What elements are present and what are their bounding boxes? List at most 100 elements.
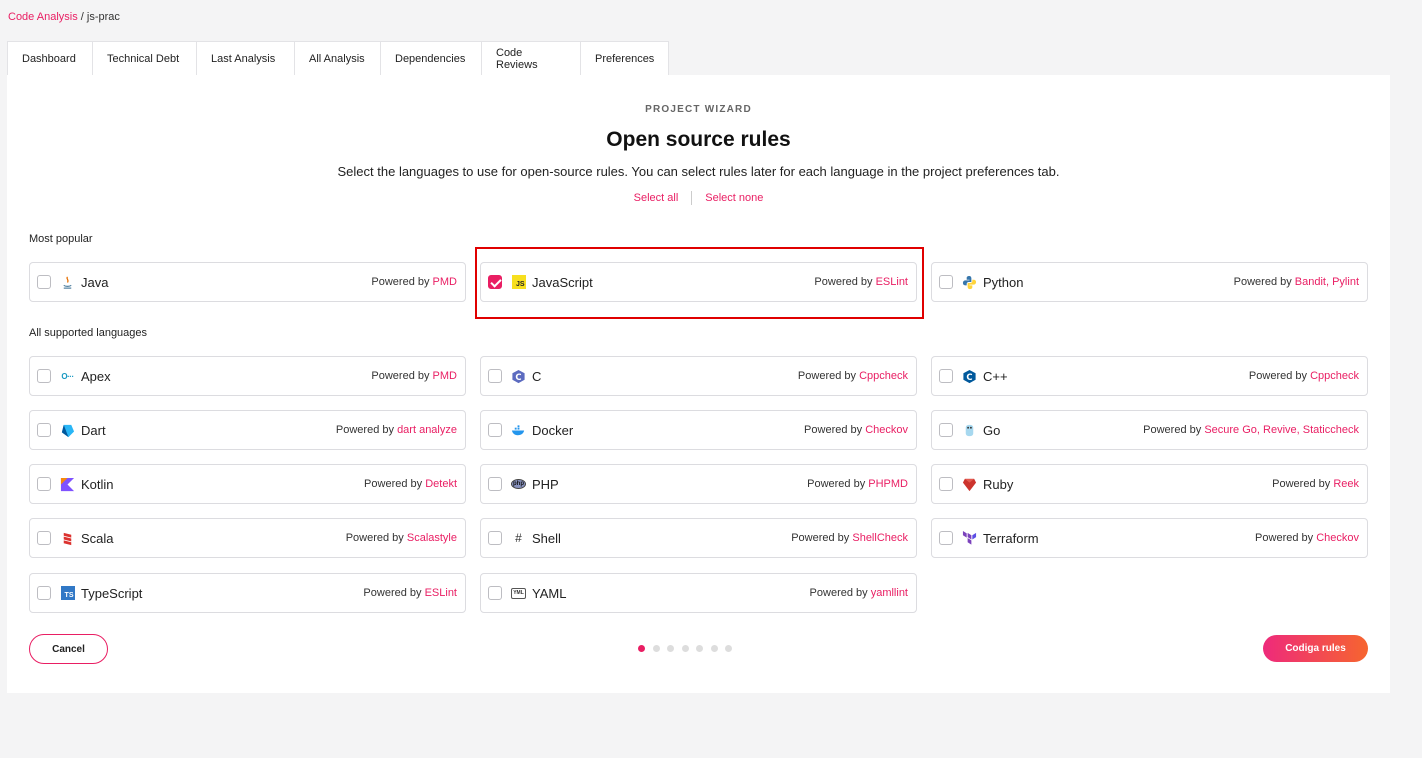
language-card-python[interactable]: Python Powered by Bandit, Pylint — [931, 262, 1368, 302]
tool-links[interactable]: PMD — [433, 370, 457, 382]
all-languages-label: All supported languages — [29, 327, 148, 339]
language-checkbox[interactable] — [37, 531, 51, 545]
tool-links[interactable]: yamllint — [871, 587, 908, 599]
language-name: Java — [81, 274, 109, 290]
language-card-yaml[interactable]: YML YAML Powered by yamllint — [480, 573, 917, 613]
language-checkbox[interactable] — [488, 477, 502, 491]
powered-by-text: Powered by Cppcheck — [1249, 370, 1359, 382]
breadcrumb: Code Analysis / js-prac — [8, 11, 120, 23]
language-card-dart[interactable]: Dart Powered by dart analyze — [29, 410, 466, 450]
tab-dashboard[interactable]: Dashboard — [7, 41, 93, 75]
step-indicator — [638, 645, 740, 652]
language-checkbox[interactable] — [37, 477, 51, 491]
language-checkbox[interactable] — [939, 423, 953, 437]
cpp-icon: C — [962, 369, 977, 384]
codiga-rules-button[interactable]: Codiga rules — [1263, 635, 1368, 662]
tool-links[interactable]: Cppcheck — [1310, 370, 1359, 382]
language-card-kotlin[interactable]: Kotlin Powered by Detekt — [29, 464, 466, 504]
language-card-ruby[interactable]: Ruby Powered by Reek — [931, 464, 1368, 504]
ruby-icon — [962, 477, 977, 492]
step-dot — [725, 645, 732, 652]
language-checkbox[interactable] — [37, 586, 51, 600]
language-card-docker[interactable]: Docker Powered by Checkov — [480, 410, 917, 450]
select-none-link[interactable]: Select none — [705, 192, 763, 204]
language-checkbox[interactable] — [939, 275, 953, 289]
tool-links[interactable]: Scalastyle — [407, 532, 457, 544]
tool-links[interactable]: Secure Go, Revive, Staticcheck — [1204, 424, 1359, 436]
tab-technical-debt[interactable]: Technical Debt — [92, 41, 197, 75]
language-name: YAML — [532, 585, 567, 601]
select-links: Select all Select none — [7, 191, 1390, 205]
language-card-php[interactable]: php PHP Powered by PHPMD — [480, 464, 917, 504]
language-name: Terraform — [983, 530, 1039, 546]
tool-links[interactable]: ESLint — [425, 587, 457, 599]
tab-code-reviews[interactable]: Code Reviews — [481, 41, 581, 75]
powered-by-label: Powered by — [345, 532, 404, 544]
tool-links[interactable]: Reek — [1333, 478, 1359, 490]
language-name: Scala — [81, 530, 114, 546]
language-checkbox[interactable] — [939, 369, 953, 383]
language-name: Kotlin — [81, 476, 114, 492]
selection-highlight — [475, 247, 924, 319]
tool-links[interactable]: dart analyze — [397, 424, 457, 436]
powered-by-text: Powered by Checkov — [1255, 532, 1359, 544]
language-name: Python — [983, 274, 1024, 290]
wizard-panel: PROJECT WIZARD Open source rules Select … — [7, 75, 1390, 693]
wizard-title: Open source rules — [606, 128, 791, 151]
language-checkbox[interactable] — [37, 275, 51, 289]
tool-links[interactable]: PMD — [433, 276, 457, 288]
language-card-scala[interactable]: Scala Powered by Scalastyle — [29, 518, 466, 558]
tool-links[interactable]: Cppcheck — [859, 370, 908, 382]
language-checkbox[interactable] — [939, 531, 953, 545]
tool-links[interactable]: Bandit, Pylint — [1295, 276, 1359, 288]
language-card-c[interactable]: C C Powered by Cppcheck — [480, 356, 917, 396]
language-card-typescript[interactable]: TS TypeScript Powered by ESLint — [29, 573, 466, 613]
powered-by-label: Powered by — [791, 532, 850, 544]
svg-text:C: C — [966, 371, 972, 381]
tab-dependencies[interactable]: Dependencies — [380, 41, 482, 75]
language-checkbox[interactable] — [488, 369, 502, 383]
powered-by-label: Powered by — [804, 424, 863, 436]
powered-by-text: Powered by PMD — [371, 370, 457, 382]
powered-by-text: Powered by ShellCheck — [791, 532, 908, 544]
language-name: Ruby — [983, 476, 1014, 492]
breadcrumb-parent-link[interactable]: Code Analysis — [8, 11, 78, 23]
powered-by-label: Powered by — [1143, 424, 1202, 436]
terraform-icon — [962, 530, 977, 546]
language-checkbox[interactable] — [488, 531, 502, 545]
language-card-terraform[interactable]: Terraform Powered by Checkov — [931, 518, 1368, 558]
language-checkbox[interactable] — [488, 586, 502, 600]
select-all-link[interactable]: Select all — [634, 192, 679, 204]
language-card-go[interactable]: Go Powered by Secure Go, Revive, Staticch… — [931, 410, 1368, 450]
yaml-icon: YML — [511, 586, 526, 601]
powered-by-text: Powered by Secure Go, Revive, Staticchec… — [1143, 424, 1359, 436]
language-card-cpp[interactable]: C C++ Powered by Cppcheck — [931, 356, 1368, 396]
language-card-shell[interactable]: # Shell Powered by ShellCheck — [480, 518, 917, 558]
tab-last-analysis[interactable]: Last Analysis — [196, 41, 295, 75]
tool-links[interactable]: Checkov — [865, 424, 908, 436]
breadcrumb-current: js-prac — [86, 11, 120, 23]
tool-links[interactable]: Checkov — [1316, 532, 1359, 544]
powered-by-text: Powered by Scalastyle — [346, 532, 457, 544]
language-checkbox[interactable] — [939, 477, 953, 491]
language-checkbox[interactable] — [488, 423, 502, 437]
powered-by-text: Powered by Detekt — [364, 478, 457, 490]
shell-icon: # — [515, 531, 522, 545]
c-icon: C — [511, 369, 526, 384]
language-checkbox[interactable] — [37, 423, 51, 437]
powered-by-text: Powered by Checkov — [804, 424, 908, 436]
tool-links[interactable]: PHPMD — [868, 478, 908, 490]
tool-links[interactable]: Detekt — [425, 478, 457, 490]
language-card-apex[interactable]: O··· Apex Powered by PMD — [29, 356, 466, 396]
powered-by-text: Powered by ESLint — [363, 587, 457, 599]
language-checkbox[interactable] — [37, 369, 51, 383]
cancel-button[interactable]: Cancel — [29, 634, 108, 664]
language-name: C — [532, 368, 542, 384]
typescript-icon: TS — [60, 586, 75, 601]
java-icon — [60, 275, 75, 290]
tab-bar: Dashboard Technical Debt Last Analysis A… — [7, 41, 669, 75]
tab-all-analysis[interactable]: All Analysis — [294, 41, 381, 75]
language-card-java[interactable]: Java Powered by PMD — [29, 262, 466, 302]
tool-links[interactable]: ShellCheck — [852, 532, 908, 544]
tab-preferences[interactable]: Preferences — [580, 41, 669, 75]
